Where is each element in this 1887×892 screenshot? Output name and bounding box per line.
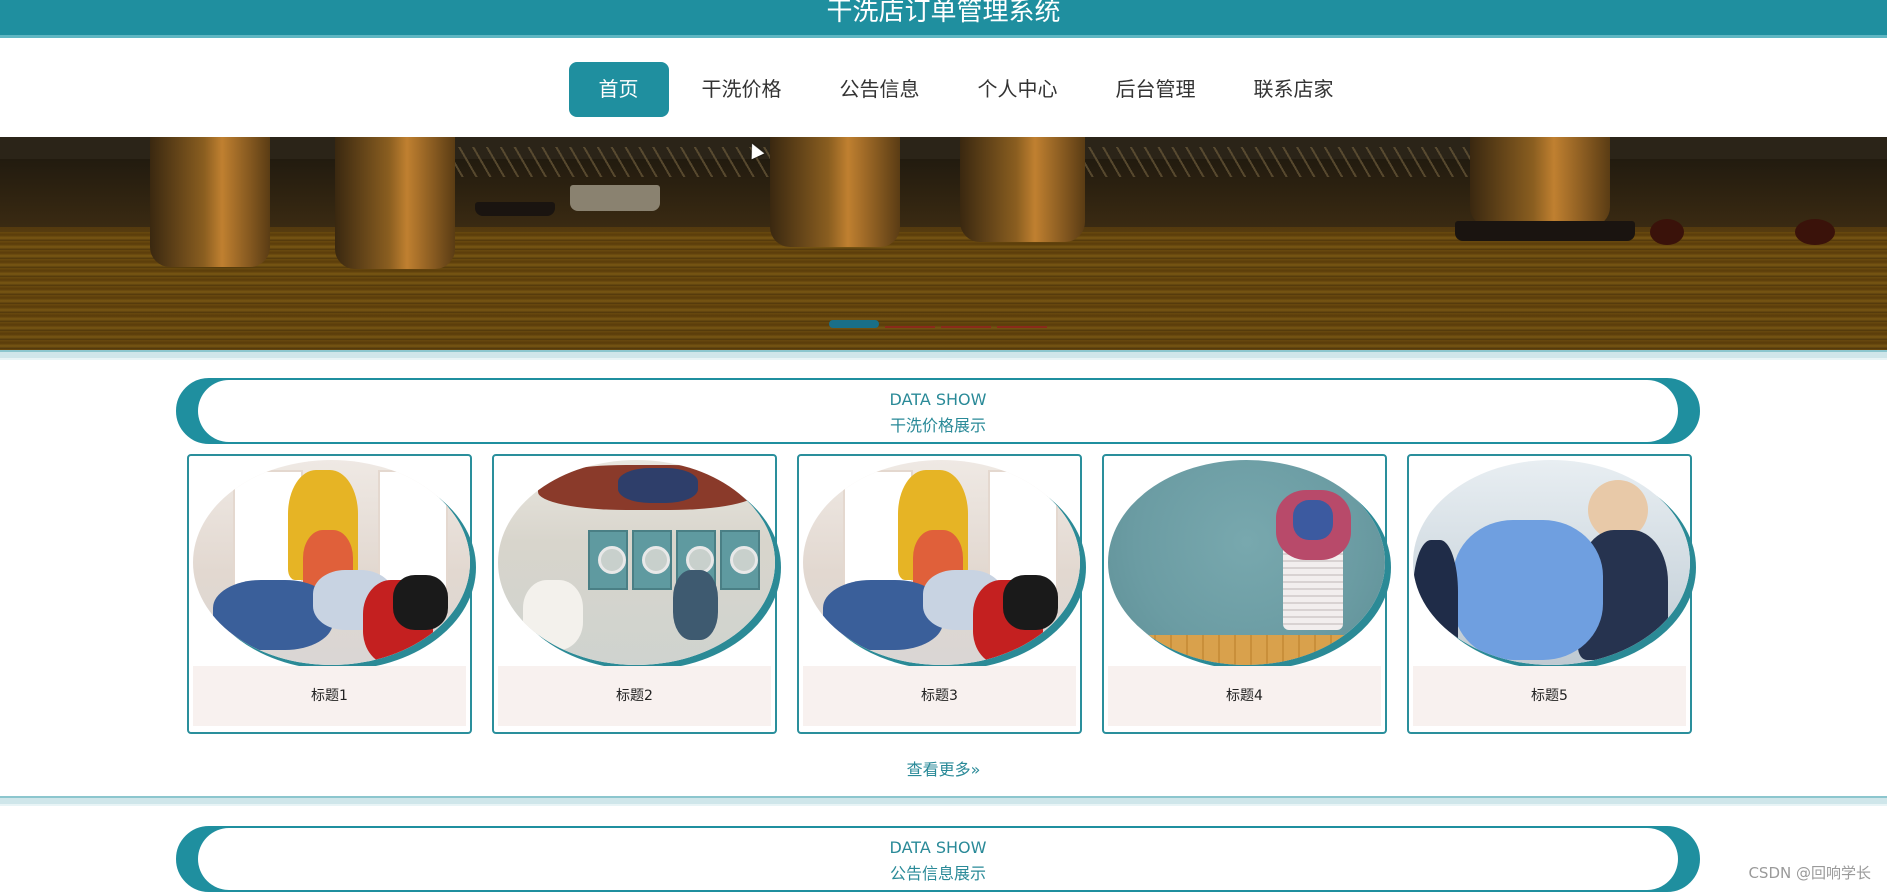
section-subtitle: DATA SHOW: [198, 838, 1678, 857]
bridge-pier: [335, 137, 455, 269]
price-card[interactable]: 标题3: [797, 454, 1082, 734]
nav-item-home[interactable]: 首页: [569, 62, 669, 117]
site-title: 干洗店订单管理系统: [826, 0, 1060, 26]
card-title: 标题1: [193, 666, 466, 726]
card-title: 标题2: [498, 666, 771, 726]
carousel-dot[interactable]: [885, 320, 935, 328]
price-card[interactable]: 标题4: [1102, 454, 1387, 734]
price-card[interactable]: 标题5: [1407, 454, 1692, 734]
price-card[interactable]: 标题1: [187, 454, 472, 734]
buoy: [1795, 219, 1835, 245]
nav-item-contact[interactable]: 联系店家: [1229, 62, 1359, 117]
carousel-dot[interactable]: [997, 320, 1047, 328]
watermark: CSDN @回响学长: [1748, 862, 1871, 883]
boat: [570, 185, 660, 211]
main-nav: 首页 干洗价格 公告信息 个人中心 后台管理 联系店家: [0, 41, 1887, 137]
section-divider: [0, 350, 1887, 360]
section-divider: [0, 796, 1887, 806]
carousel-dot[interactable]: [941, 320, 991, 328]
card-title: 标题4: [1108, 666, 1381, 726]
banner-water: [0, 232, 1887, 350]
view-more-link[interactable]: 查看更多»: [0, 756, 1887, 780]
buoy: [1650, 219, 1684, 245]
carousel-indicators: [829, 320, 1047, 328]
bridge-truss: [1080, 147, 1480, 177]
card-title: 标题3: [803, 666, 1076, 726]
boat: [475, 202, 555, 216]
card-image-woman-laundry: [803, 460, 1080, 665]
nav-item-profile[interactable]: 个人中心: [953, 62, 1083, 117]
nav-item-notices[interactable]: 公告信息: [815, 62, 945, 117]
card-image-laundry-hamper: [1108, 460, 1385, 665]
price-card[interactable]: 标题2: [492, 454, 777, 734]
section-header-prices: DATA SHOW 干洗价格展示: [176, 378, 1700, 444]
section-subtitle: DATA SHOW: [198, 390, 1678, 409]
bridge-pier: [960, 137, 1085, 242]
header-bar: 干洗店订单管理系统: [0, 0, 1887, 38]
nav-item-prices[interactable]: 干洗价格: [677, 62, 807, 117]
carousel-dot[interactable]: [829, 320, 879, 328]
boat: [1455, 221, 1635, 241]
card-image-dry-cleaner: [1413, 460, 1690, 665]
card-image-woman-laundry: [193, 460, 470, 665]
view-more-label: 查看更多: [907, 760, 971, 779]
bridge-pier: [150, 137, 270, 267]
card-image-laundromat: [498, 460, 775, 665]
double-chevron-right-icon: »: [971, 760, 981, 779]
bridge-pier: [1470, 137, 1610, 227]
bridge-pier: [770, 137, 900, 247]
section-title: 干洗价格展示: [198, 412, 1678, 436]
section-header-notices: DATA SHOW 公告信息展示: [176, 826, 1700, 892]
section-title: 公告信息展示: [198, 860, 1678, 884]
price-cards: 标题1 标题2 标题3: [187, 454, 1692, 734]
card-title: 标题5: [1413, 666, 1686, 726]
banner-carousel[interactable]: [0, 137, 1887, 350]
nav-item-admin[interactable]: 后台管理: [1091, 62, 1221, 117]
